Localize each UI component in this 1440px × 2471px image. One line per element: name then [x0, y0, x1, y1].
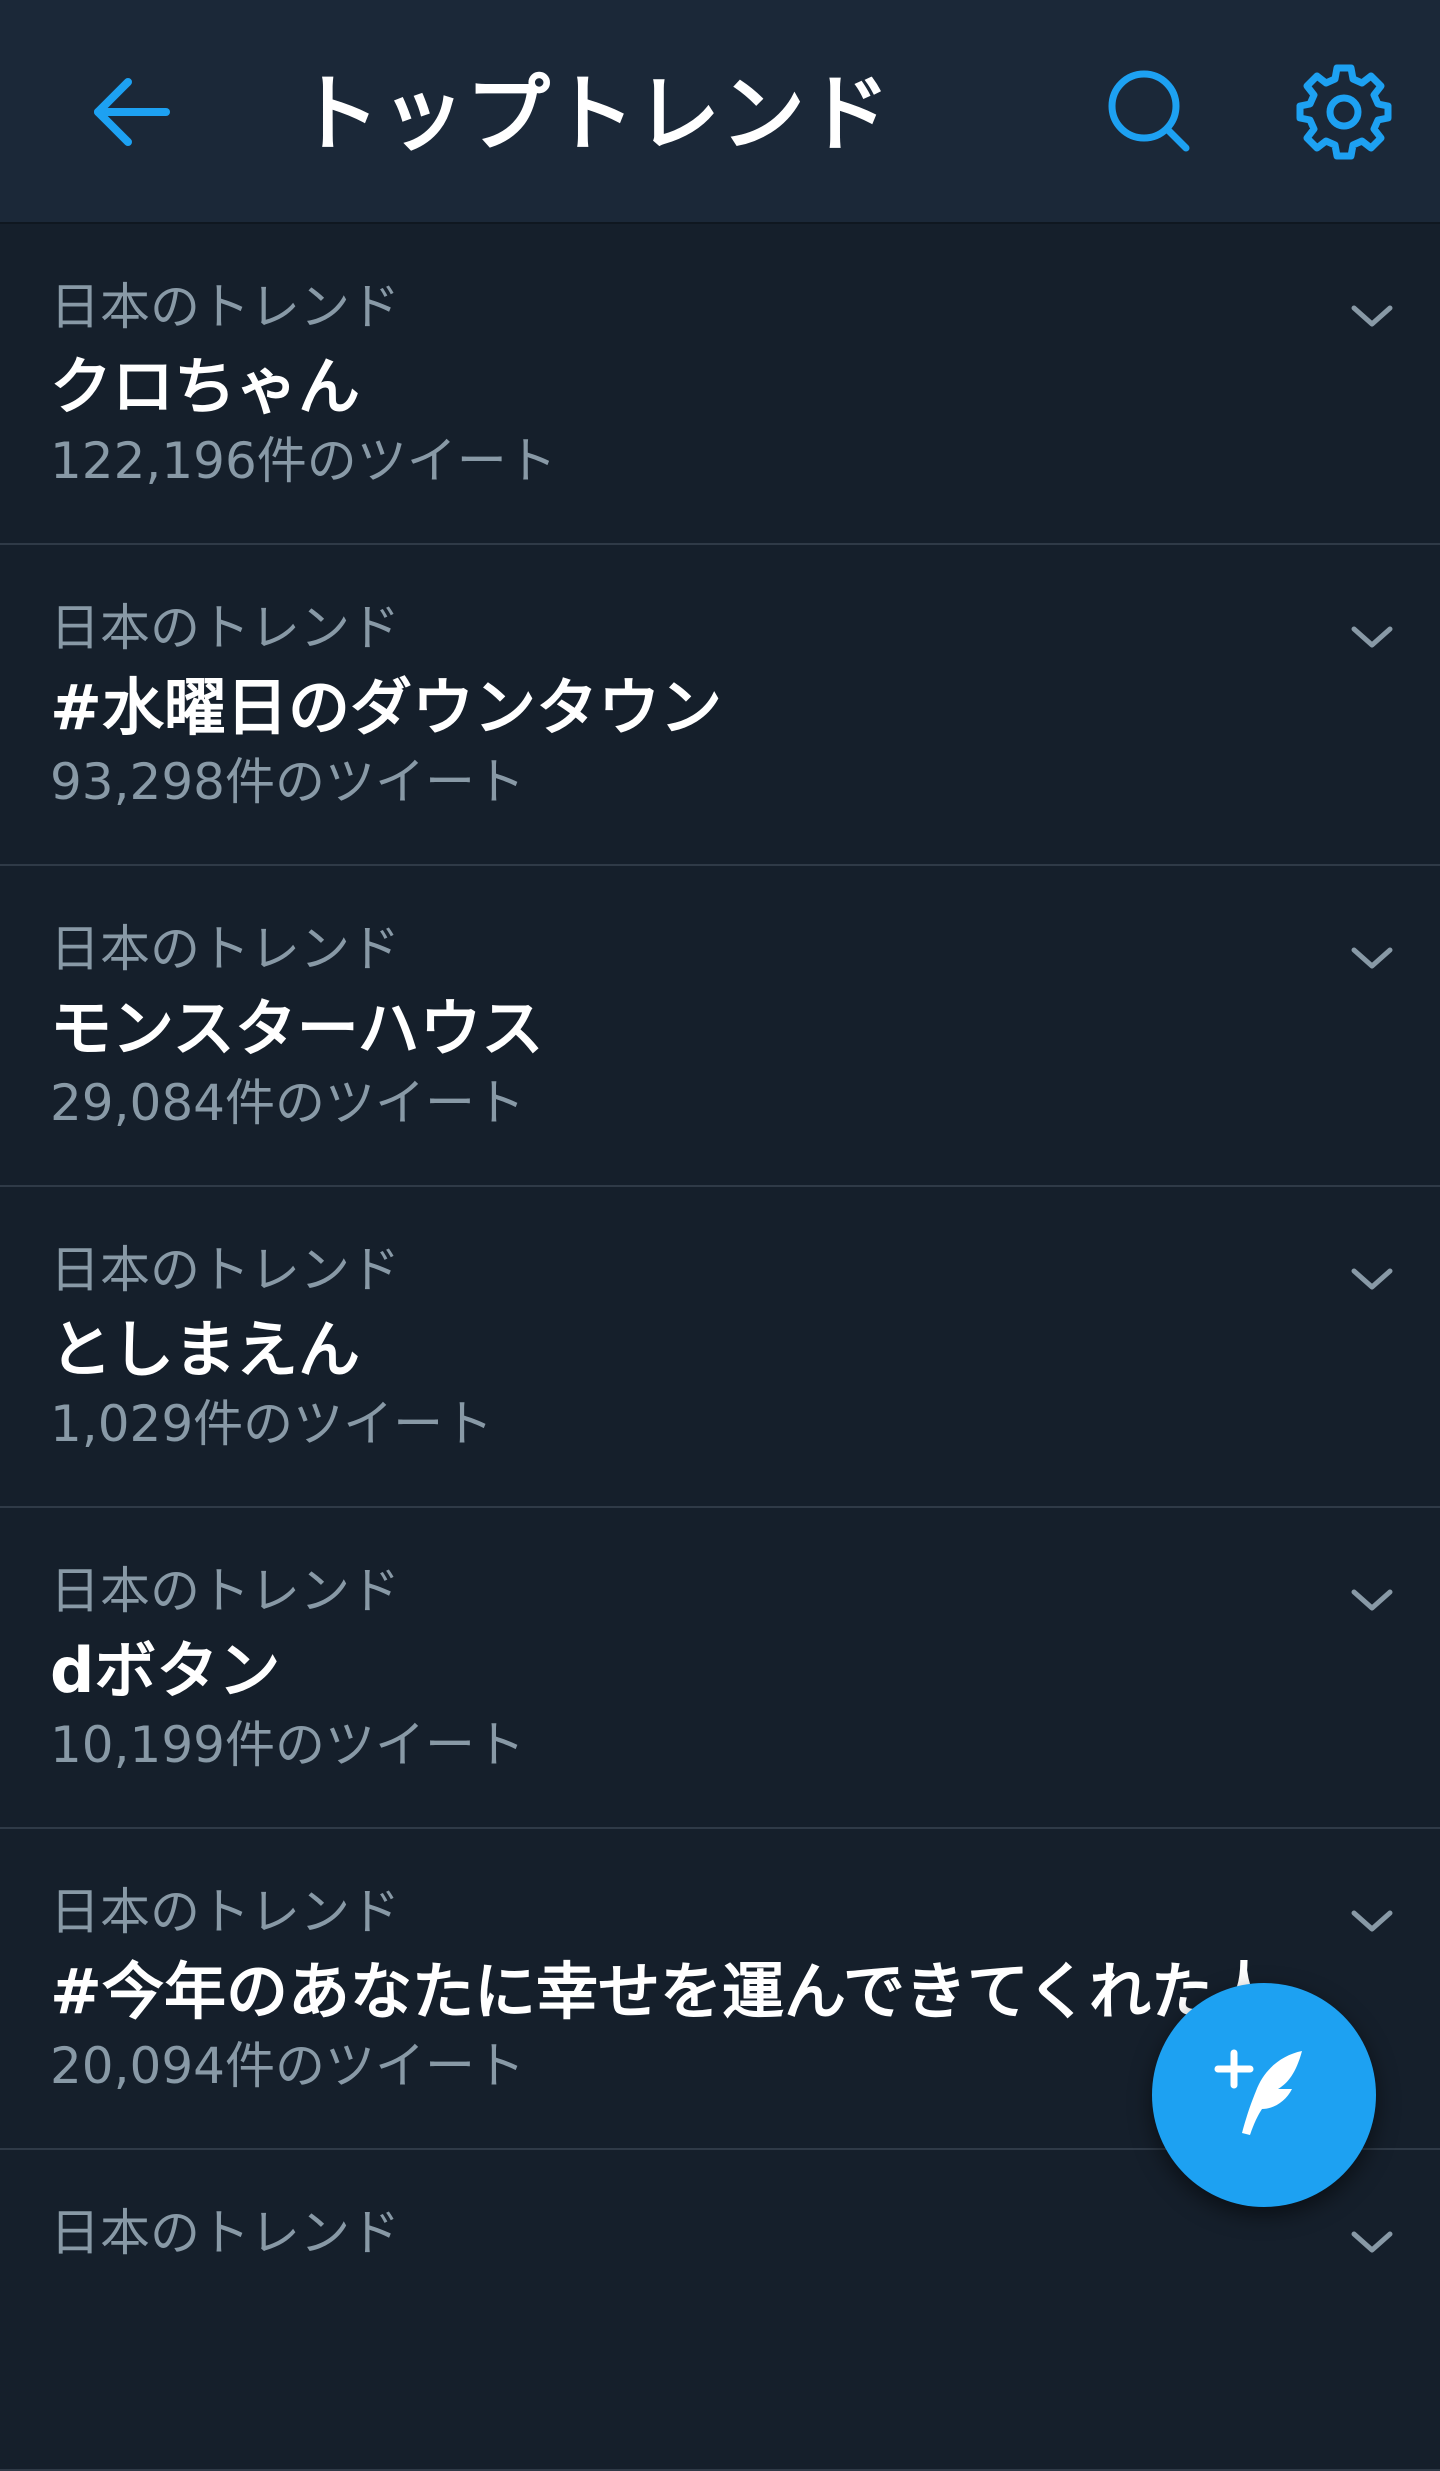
trend-tweet-count: 20,094件のツイート — [50, 2037, 525, 2095]
trend-name: #今年のあなたに幸せを運んできてくれた人 — [50, 1955, 1275, 2028]
chevron-down-icon — [1351, 305, 1393, 327]
chevron-down-icon — [1351, 1268, 1393, 1290]
trend-context: 日本のトレンド — [50, 1562, 400, 1620]
chevron-down-icon — [1351, 2231, 1393, 2253]
trend-options-button[interactable] — [1340, 1247, 1404, 1311]
trend-options-button[interactable] — [1340, 1568, 1404, 1632]
trend-options-button[interactable] — [1340, 2210, 1404, 2274]
trend-item[interactable]: 日本のトレンド dボタン 10,199件のツイート — [0, 1508, 1440, 1829]
trend-tweet-count: 1,029件のツイート — [50, 1395, 494, 1453]
trend-context: 日本のトレンド — [50, 1883, 400, 1941]
trend-item[interactable]: 日本のトレンド #水曜日のダウンタウン 93,298件のツイート — [0, 545, 1440, 866]
search-icon — [1108, 70, 1190, 152]
trend-item[interactable]: 日本のトレンド クロちゃん 122,196件のツイート — [0, 224, 1440, 545]
trend-context: 日本のトレンド — [50, 278, 400, 336]
chevron-down-icon — [1351, 626, 1393, 648]
trend-context: 日本のトレンド — [50, 920, 400, 978]
trend-options-button[interactable] — [1340, 605, 1404, 669]
trend-options-button[interactable] — [1340, 926, 1404, 990]
back-arrow-icon — [94, 78, 170, 146]
search-button[interactable] — [1090, 52, 1210, 172]
trend-context: 日本のトレンド — [50, 599, 400, 657]
trend-options-button[interactable] — [1340, 284, 1404, 348]
chevron-down-icon — [1351, 1910, 1393, 1932]
trend-item[interactable]: 日本のトレンド としまえん 1,029件のツイート — [0, 1187, 1440, 1508]
chevron-down-icon — [1351, 947, 1393, 969]
trend-options-button[interactable] — [1340, 1889, 1404, 1953]
trend-tweet-count: 93,298件のツイート — [50, 753, 525, 811]
trend-tweet-count: 122,196件のツイート — [50, 432, 557, 490]
back-button[interactable] — [70, 52, 190, 172]
trend-name: #水曜日のダウンタウン — [50, 671, 722, 744]
trend-name: としまえん — [50, 1313, 361, 1386]
trend-context: 日本のトレンド — [50, 1241, 400, 1299]
compose-tweet-icon — [1214, 2049, 1302, 2135]
trend-name: クロちゃん — [50, 350, 361, 423]
trend-context: 日本のトレンド — [50, 2204, 400, 2262]
trend-tweet-count: 29,084件のツイート — [50, 1074, 525, 1132]
trend-name: dボタン — [50, 1634, 281, 1707]
settings-button[interactable] — [1284, 52, 1404, 172]
trend-tweet-count: 10,199件のツイート — [50, 1716, 525, 1774]
trend-name: モンスターハウス — [50, 992, 544, 1065]
compose-tweet-button[interactable] — [1152, 1983, 1376, 2207]
trend-item[interactable]: 日本のトレンド モンスターハウス 29,084件のツイート — [0, 866, 1440, 1187]
top-app-bar: トップトレンド — [0, 0, 1440, 224]
chevron-down-icon — [1351, 1589, 1393, 1611]
page-title: トップトレンド — [296, 65, 892, 163]
gear-icon — [1296, 64, 1392, 160]
